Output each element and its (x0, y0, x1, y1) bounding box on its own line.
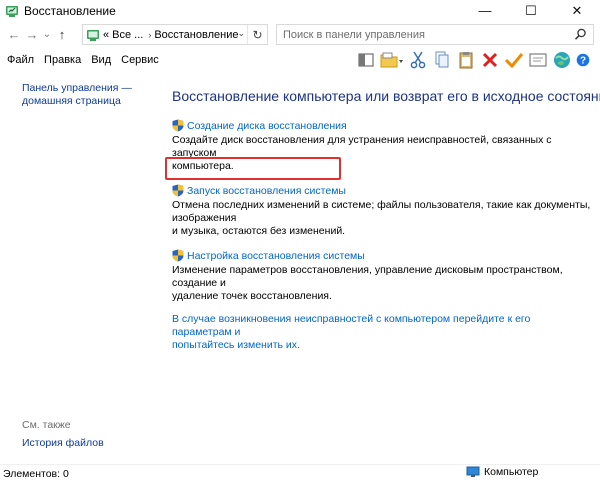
desc-line: и музыка, остаются без изменений. (172, 225, 346, 237)
uac-shield-icon (172, 184, 184, 197)
window-title: Восстановление (24, 3, 116, 18)
home-link-line1: Панель управления — (22, 82, 132, 94)
address-prefix: « (103, 28, 110, 41)
computer-icon (466, 466, 480, 477)
copy-icon[interactable] (430, 49, 454, 71)
control-panel-icon (87, 29, 99, 41)
recent-locations-button[interactable]: ⌄ (41, 25, 53, 45)
configure-system-restore-link[interactable]: Настройка восстановления системы (187, 250, 365, 262)
uac-shield-icon (172, 119, 184, 132)
file-history-link[interactable]: История файлов (22, 437, 104, 449)
mail-icon[interactable] (526, 49, 550, 71)
address-row: ← → ⌄ ↑ « Все ... › Восстановление ⌄ ↻ П… (0, 22, 600, 47)
search-icon[interactable] (574, 28, 587, 41)
forward-button[interactable]: → (23, 25, 41, 45)
configure-system-restore-desc: Изменение параметров восстановления, упр… (172, 264, 592, 303)
main-content: Восстановление компьютера или возврат ег… (172, 88, 600, 352)
globe-icon[interactable] (550, 49, 574, 71)
configure-restore-item: Настройка восстановления системы Изменен… (172, 248, 592, 303)
desc-line: Отмена последних изменений в системе; фа… (172, 199, 591, 224)
search-input[interactable]: Поиск в панели управления (276, 24, 594, 45)
breadcrumb-recovery[interactable]: Восстановление (154, 29, 238, 41)
breadcrumb-all-items[interactable]: Все ... (112, 29, 143, 41)
help-icon[interactable]: ? (574, 49, 592, 71)
check-icon[interactable] (502, 49, 526, 71)
page-title: Восстановление компьютера или возврат ег… (172, 88, 600, 104)
control-panel-home-link[interactable]: Панель управления — домашняя страница (22, 82, 142, 108)
uac-shield-icon (172, 249, 184, 262)
up-button[interactable]: ↑ (53, 25, 71, 45)
menu-view[interactable]: Вид (91, 54, 111, 66)
help-line: попытайтесь изменить их. (172, 339, 300, 351)
sidebar: Панель управления — домашняя страница (22, 82, 142, 108)
chevron-right-icon[interactable]: › (148, 30, 151, 40)
see-also-label: См. также (22, 419, 71, 431)
svg-text:?: ? (580, 56, 586, 67)
system-restore-item: Запуск восстановления системы Отмена пос… (172, 183, 592, 238)
toolbar: ? (354, 48, 592, 72)
menu-edit[interactable]: Правка (44, 54, 81, 66)
location-label: Компьютер (484, 466, 539, 478)
title-bar: Восстановление — ☐ ✕ (0, 0, 600, 21)
back-button[interactable]: ← (5, 25, 23, 45)
status-bar: Элементов: 0 Компьютер (0, 464, 600, 482)
chevron-down-icon[interactable]: ⌄ (237, 28, 245, 39)
pane-icon[interactable] (354, 49, 378, 71)
close-button[interactable]: ✕ (554, 0, 600, 21)
menu-file[interactable]: Файл (7, 54, 34, 66)
address-bar[interactable]: « Все ... › Восстановление ⌄ ↻ (82, 24, 268, 45)
cut-icon[interactable] (406, 49, 430, 71)
home-link-line2: домашняя страница (22, 95, 121, 107)
help-line: В случае возникновения неисправностей с … (172, 313, 531, 338)
open-system-restore-desc: Отмена последних изменений в системе; фа… (172, 199, 592, 238)
recovery-app-icon (6, 5, 18, 17)
pc-settings-link[interactable]: В случае возникновения неисправностей с … (172, 313, 592, 352)
items-count: Элементов: 0 (3, 467, 69, 480)
delete-icon[interactable] (478, 49, 502, 71)
desc-line: Изменение параметров восстановления, упр… (172, 264, 563, 289)
search-placeholder: Поиск в панели управления (283, 28, 425, 41)
refresh-button[interactable]: ↻ (247, 25, 267, 44)
status-location: Компьютер (466, 466, 538, 478)
maximize-button[interactable]: ☐ (508, 0, 554, 21)
paste-icon[interactable] (454, 49, 478, 71)
open-system-restore-link[interactable]: Запуск восстановления системы (187, 185, 346, 197)
minimize-button[interactable]: — (462, 0, 508, 21)
desc-line: удаление точек восстановления. (172, 290, 332, 302)
folder-icon[interactable] (378, 49, 406, 71)
window-controls: — ☐ ✕ (462, 0, 600, 21)
highlight-frame (165, 157, 341, 180)
create-recovery-drive-link[interactable]: Создание диска восстановления (187, 120, 347, 132)
menu-tools[interactable]: Сервис (121, 54, 159, 66)
